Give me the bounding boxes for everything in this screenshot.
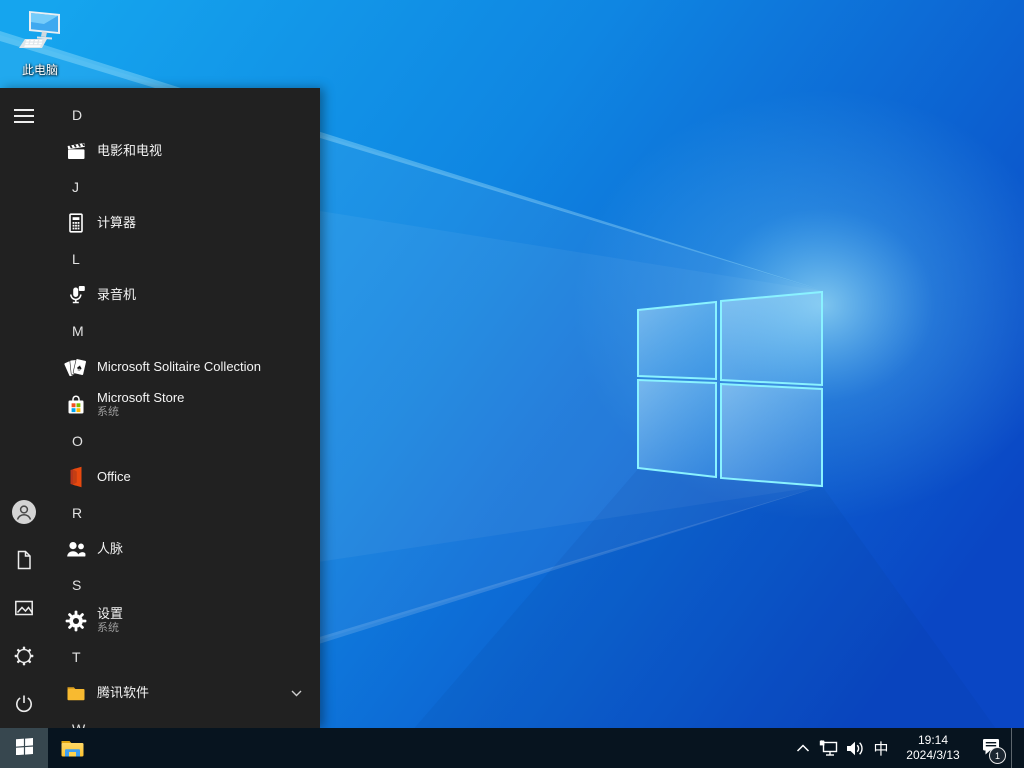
folder-icon xyxy=(64,681,88,705)
app-label: 计算器 xyxy=(97,214,137,230)
windows-logo-icon xyxy=(15,738,33,758)
app-label: 腾讯软件 xyxy=(97,684,150,700)
desktop-icon-this-pc[interactable]: 此电脑 xyxy=(4,8,76,78)
file-explorer-icon xyxy=(59,735,86,762)
network-icon[interactable] xyxy=(815,728,841,768)
voice-recorder-icon xyxy=(64,283,88,307)
app-label: 人脉 xyxy=(97,540,124,556)
section-letter-S[interactable]: S xyxy=(64,568,320,602)
app-row-movies-tv[interactable]: 电影和电视 xyxy=(64,132,320,170)
app-row-microsoft-store[interactable]: Microsoft Store 系统 xyxy=(64,386,320,424)
app-label: 设置 xyxy=(97,606,124,621)
gear-outline-icon[interactable] xyxy=(0,632,48,680)
user-avatar-icon[interactable] xyxy=(0,488,48,536)
start-menu-app-list: D 电影和电视 J 计算器 L 录音机 M ♠ Microsoft Solita… xyxy=(64,98,320,728)
app-row-solitaire[interactable]: ♠ Microsoft Solitaire Collection xyxy=(64,348,320,386)
wallpaper-windows-logo xyxy=(637,290,823,488)
movies-tv-icon xyxy=(64,139,88,163)
app-label: Microsoft Store xyxy=(97,390,185,405)
app-subtitle: 系统 xyxy=(97,622,119,635)
section-letter-J[interactable]: J xyxy=(64,170,320,204)
section-letter-R[interactable]: R xyxy=(64,496,320,530)
section-letter-M[interactable]: M xyxy=(64,314,320,348)
windows-desktop: 此电脑 D 电影和电视 J 计算器 L 录音机 M ♠ Microsoft So… xyxy=(0,0,1024,768)
app-label: 电影和电视 xyxy=(97,142,163,158)
app-row-office[interactable]: Office xyxy=(64,458,320,496)
app-row-voice-recorder[interactable]: 录音机 xyxy=(64,276,320,314)
app-label: 录音机 xyxy=(97,286,137,302)
chevron-up-icon[interactable] xyxy=(791,728,815,768)
people-icon xyxy=(64,537,88,561)
action-center-button[interactable]: 1 xyxy=(971,728,1011,768)
desktop-icon-label: 此电脑 xyxy=(21,63,58,77)
chevron-down-icon[interactable] xyxy=(291,690,302,697)
app-label: Microsoft Solitaire Collection xyxy=(97,358,262,374)
app-row-tencent-folder[interactable]: 腾讯软件 xyxy=(64,674,320,712)
start-menu-rail xyxy=(0,88,48,728)
notification-badge: 1 xyxy=(989,747,1006,764)
show-desktop-button[interactable] xyxy=(1011,728,1024,768)
system-tray: 中 19:14 2024/3/13 1 xyxy=(791,728,1024,768)
start-button[interactable] xyxy=(0,728,48,768)
app-row-people[interactable]: 人脉 xyxy=(64,530,320,568)
document-icon[interactable] xyxy=(0,536,48,584)
section-letter-L[interactable]: L xyxy=(64,242,320,276)
app-row-calculator[interactable]: 计算器 xyxy=(64,204,320,242)
power-icon[interactable] xyxy=(0,680,48,728)
section-letter-D[interactable]: D xyxy=(64,98,320,132)
calculator-icon xyxy=(64,211,88,235)
taskbar-file-explorer-button[interactable] xyxy=(48,728,96,768)
this-pc-icon xyxy=(16,8,64,59)
clock[interactable]: 19:14 2024/3/13 xyxy=(895,732,971,764)
clock-time: 19:14 xyxy=(917,733,949,747)
section-letter-O[interactable]: O xyxy=(64,424,320,458)
app-subtitle: 系统 xyxy=(97,406,119,419)
solitaire-icon: ♠ xyxy=(64,355,88,379)
store-icon xyxy=(64,393,88,417)
clock-date: 2024/3/13 xyxy=(906,748,960,762)
volume-icon[interactable] xyxy=(841,728,867,768)
settings-gear-icon xyxy=(64,609,88,633)
ime-indicator[interactable]: 中 xyxy=(867,728,895,768)
taskbar: 中 19:14 2024/3/13 1 xyxy=(0,728,1024,768)
app-label: Office xyxy=(97,468,131,484)
hamburger-menu-icon[interactable] xyxy=(0,92,48,140)
section-letter-W[interactable]: W xyxy=(64,712,320,728)
office-icon xyxy=(64,465,88,489)
app-row-settings[interactable]: 设置 系统 xyxy=(64,602,320,640)
start-menu: D 电影和电视 J 计算器 L 录音机 M ♠ Microsoft Solita… xyxy=(0,88,320,728)
section-letter-T[interactable]: T xyxy=(64,640,320,674)
pictures-icon[interactable] xyxy=(0,584,48,632)
